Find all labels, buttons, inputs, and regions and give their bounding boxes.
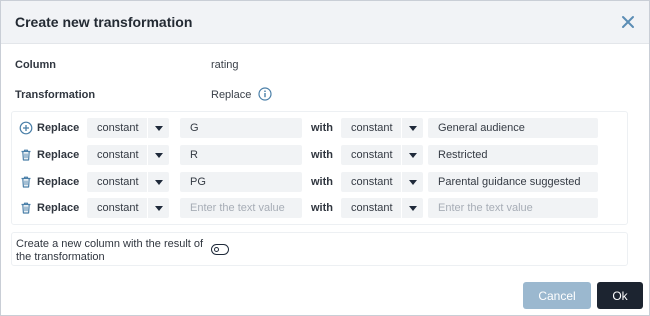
replace-label: Replace [37,202,80,214]
chevron-down-icon[interactable] [401,145,423,165]
to-type-value: constant [351,202,393,214]
dialog-title: Create new transformation [15,14,193,30]
replace-label: Replace [37,176,80,188]
replace-rule-row: Replace constant with constant [12,118,627,138]
from-type-value: constant [97,176,139,188]
to-type-value: constant [351,122,393,134]
dialog-header: Create new transformation [1,1,649,44]
add-circle-icon[interactable] [19,121,33,135]
transformation-value: Replace [211,89,252,101]
transformation-label: Transformation [15,89,96,101]
chevron-down-icon[interactable] [401,118,423,138]
to-type-select[interactable]: constant [341,198,423,218]
with-label: with [311,122,333,134]
with-label: with [311,149,333,161]
to-value-input[interactable] [428,118,598,138]
chevron-down-icon[interactable] [147,172,169,192]
replace-rule-row: Replace constant with constant [12,145,627,165]
from-type-value: constant [97,149,139,161]
to-type-select[interactable]: constant [341,145,423,165]
from-type-select[interactable]: constant [87,145,169,165]
replace-rules-list: Replace constant with constant Replace c… [11,111,628,225]
to-value-input[interactable] [428,145,598,165]
trash-icon[interactable] [19,148,33,162]
trash-icon[interactable] [19,175,33,189]
create-transformation-dialog: Create new transformation Column rating … [0,0,650,316]
ok-button[interactable]: Ok [597,282,643,309]
info-circle-icon[interactable] [258,87,272,101]
new-column-label: Create a new column with the result of t… [16,238,204,263]
cancel-button[interactable]: Cancel [523,282,591,309]
column-label: Column [15,59,56,71]
column-value: rating [211,59,239,71]
chevron-down-icon[interactable] [147,118,169,138]
replace-label: Replace [37,149,80,161]
replace-rule-row: Replace constant with constant [12,198,627,218]
from-type-select[interactable]: constant [87,198,169,218]
close-icon[interactable] [619,13,637,31]
trash-icon[interactable] [19,201,33,215]
from-type-value: constant [97,122,139,134]
chevron-down-icon[interactable] [401,198,423,218]
replace-label: Replace [37,122,80,134]
from-type-select[interactable]: constant [87,118,169,138]
from-value-input[interactable] [180,118,302,138]
to-type-value: constant [351,149,393,161]
replace-rule-row: Replace constant with constant [12,172,627,192]
from-type-value: constant [97,202,139,214]
from-value-input[interactable] [180,172,302,192]
from-value-input[interactable] [180,198,302,218]
to-type-select[interactable]: constant [341,118,423,138]
to-value-input[interactable] [428,172,598,192]
to-value-input[interactable] [428,198,598,218]
from-value-input[interactable] [180,145,302,165]
toggle-knob [214,246,219,252]
new-column-toggle[interactable] [211,244,229,255]
chevron-down-icon[interactable] [147,145,169,165]
with-label: with [311,202,333,214]
chevron-down-icon[interactable] [401,172,423,192]
chevron-down-icon[interactable] [147,198,169,218]
to-type-value: constant [351,176,393,188]
with-label: with [311,176,333,188]
from-type-select[interactable]: constant [87,172,169,192]
to-type-select[interactable]: constant [341,172,423,192]
new-column-option: Create a new column with the result of t… [11,232,628,266]
